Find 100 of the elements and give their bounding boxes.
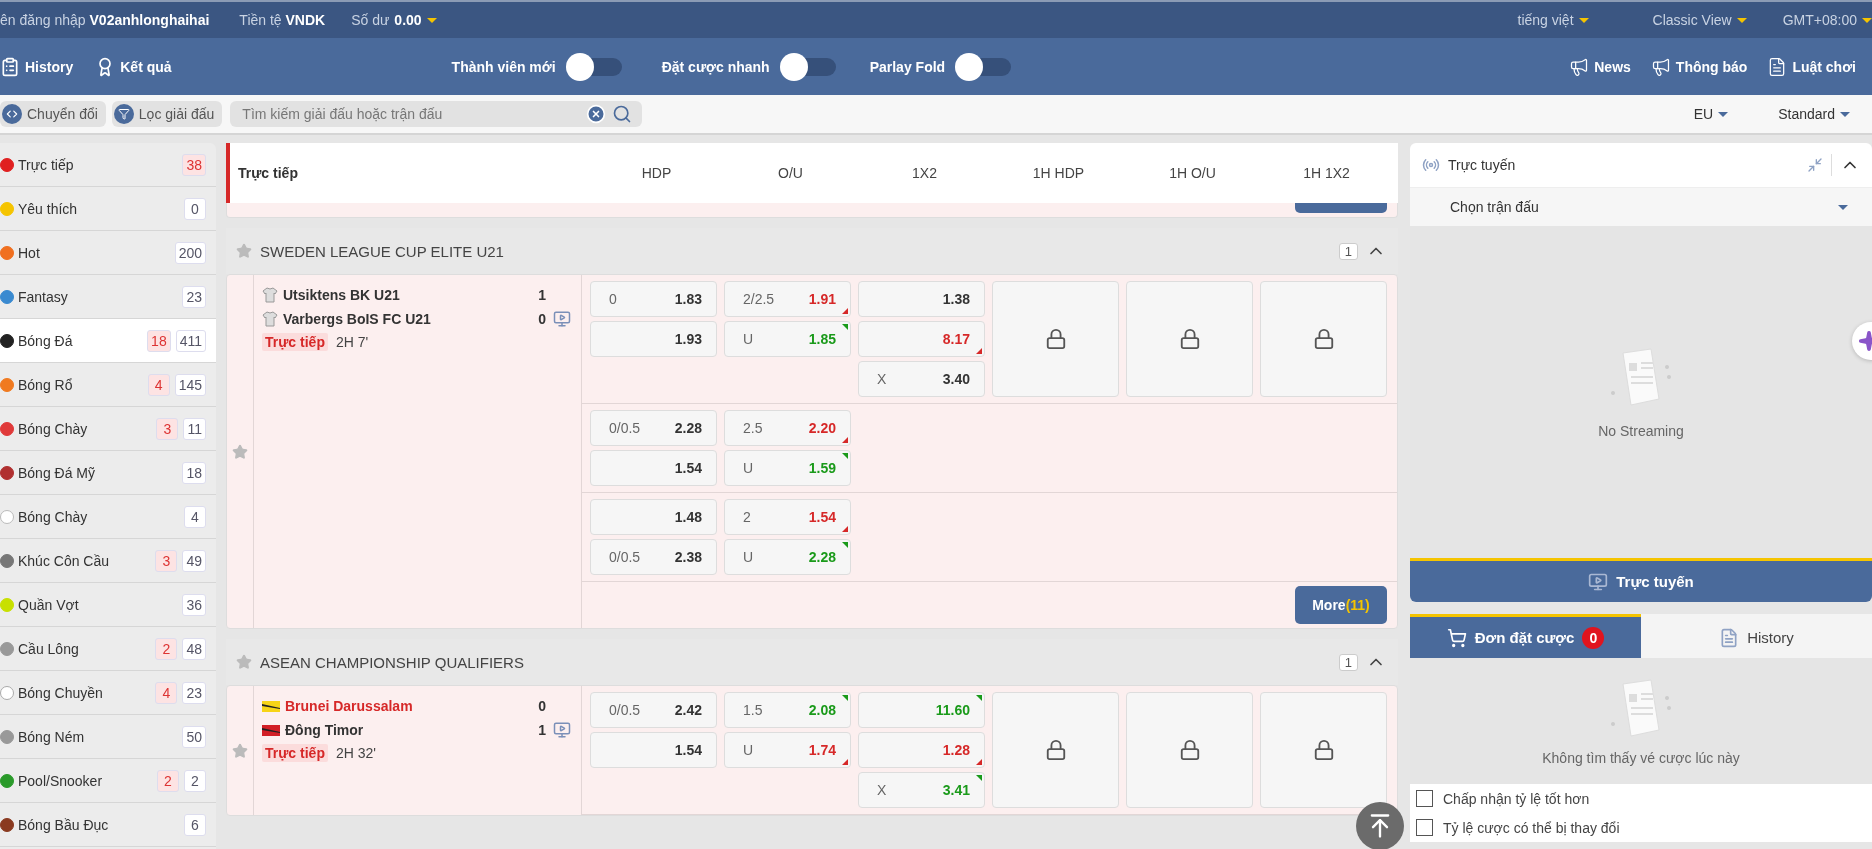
odds-cell[interactable]: U 1.59 <box>724 450 851 486</box>
sport-item[interactable]: Bóng Ném 50 <box>0 715 216 759</box>
odds-cell[interactable]: U 1.74 <box>724 732 851 768</box>
checkbox[interactable] <box>1416 819 1433 836</box>
odds-value: 1.28 <box>942 742 970 758</box>
odds-value: 1.83 <box>674 291 702 307</box>
odds-cell[interactable]: U 2.28 <box>724 539 851 575</box>
event-count: 6 <box>184 813 206 836</box>
event-count: 49 <box>182 549 206 572</box>
league-name: SWEDEN LEAGUE CUP ELITE U21 <box>260 242 505 260</box>
odds-cell[interactable]: 1.5 2.08 <box>724 692 851 728</box>
up-triangle-icon <box>842 324 848 330</box>
video-icon[interactable] <box>553 721 571 739</box>
odds-cell[interactable]: 2.5 2.20 <box>724 410 851 446</box>
odds-cell[interactable]: 1.93 <box>590 321 717 357</box>
up-triangle-icon <box>842 453 848 459</box>
odds-value: 2.42 <box>674 702 702 718</box>
odds-value: 1.54 <box>674 742 702 758</box>
balance-dropdown[interactable]: Số dư 0.00 <box>351 12 437 28</box>
sport-item[interactable]: Quần Vợt 36 <box>0 583 216 627</box>
odds-cell[interactable]: 2/2.5 1.91 <box>724 281 851 317</box>
bet-slip-tab[interactable]: Đơn đặt cược 0 <box>1410 614 1641 658</box>
live-count: 38 <box>182 153 206 176</box>
toggle-switch[interactable] <box>779 52 836 81</box>
search-field[interactable]: Tìm kiếm giải đấu hoặc trận đấu <box>230 101 643 127</box>
odds-cell[interactable]: X 3.40 <box>858 361 985 397</box>
sport-item[interactable]: Bóng Bầu Đục 6 <box>0 803 216 847</box>
odds-cell[interactable]: 1.48 <box>590 499 717 535</box>
nav-link[interactable]: Kết quả <box>95 56 172 77</box>
odds-cell[interactable]: U 1.85 <box>724 321 851 357</box>
live-count: 4 <box>155 681 178 704</box>
video-icon[interactable] <box>553 310 571 328</box>
event-count: 23 <box>182 285 206 308</box>
checkbox[interactable] <box>1416 790 1433 807</box>
nav-link[interactable]: Luật chơi <box>1767 56 1856 77</box>
sport-item[interactable]: Pool/Snooker 2 2 <box>0 759 216 803</box>
filter-button[interactable]: Lọc giải đấu <box>111 101 223 127</box>
odds-cell[interactable]: 1.38 <box>858 281 985 317</box>
odds-cell[interactable]: 0/0.5 2.38 <box>590 539 717 575</box>
odds-cell[interactable]: 0/0.5 2.42 <box>590 692 717 728</box>
sport-item[interactable]: Bóng Đá Mỹ 18 <box>0 451 216 495</box>
sport-item[interactable]: Hot 200 <box>0 231 216 275</box>
sport-item[interactable]: Khúc Côn Cầu 3 49 <box>0 539 216 583</box>
sport-item[interactable]: Bóng Rổ 4 145 <box>0 363 216 407</box>
nav-link[interactable]: News <box>1569 56 1631 77</box>
odds-cell[interactable]: 1.54 <box>590 732 717 768</box>
odds-type-dropdown[interactable]: EU <box>1693 106 1729 122</box>
more-button[interactable]: More(11) <box>1295 586 1387 624</box>
event-count: 411 <box>175 329 206 352</box>
checkbox-option[interactable]: Tỷ lệ cược có thể bị thay đổi <box>1410 813 1872 842</box>
odds-cell[interactable]: 0 1.83 <box>590 281 717 317</box>
stream-button[interactable]: Trực tuyến <box>1410 558 1872 602</box>
odds-cell[interactable]: 0/0.5 2.28 <box>590 410 717 446</box>
sport-item[interactable]: Bóng Chày 3 11 <box>0 407 216 451</box>
filter-button[interactable]: Chuyển đổi <box>0 101 106 127</box>
sport-item[interactable]: Bóng Đá 18 411 <box>0 319 216 363</box>
bet-slip-tab[interactable]: History <box>1641 614 1872 658</box>
sport-item[interactable]: Trực tiếp 38 <box>0 143 216 187</box>
team-score: 0 <box>537 698 546 714</box>
sport-item[interactable]: Cầu Lông 2 48 <box>0 627 216 671</box>
scroll-top-button[interactable] <box>1356 802 1404 849</box>
checkbox-option[interactable]: Chấp nhận tỷ lệ tốt hơn <box>1410 784 1872 813</box>
match-count: 1 <box>1338 242 1358 260</box>
toggle-switch[interactable] <box>565 52 622 81</box>
nav-link[interactable]: History <box>0 56 74 77</box>
odds-value: 1.74 <box>808 742 836 758</box>
odds-value: 2.08 <box>808 702 836 718</box>
odds-value: 1.91 <box>808 291 836 307</box>
league-name: ASEAN CHAMPIONSHIP QUALIFIERS <box>260 653 525 671</box>
odds-cell[interactable]: 2 1.54 <box>724 499 851 535</box>
language-dropdown[interactable]: tiếng việt <box>1517 12 1589 28</box>
nav-link[interactable]: Thông báo <box>1650 56 1748 77</box>
lock-icon <box>1044 328 1067 350</box>
odds-cell[interactable]: 8.17 <box>858 321 985 357</box>
sport-item[interactable]: Yêu thích 0 <box>0 187 216 231</box>
odds-cell[interactable]: 1.28 <box>858 732 985 768</box>
caret-icon <box>1838 204 1848 210</box>
live-count: 18 <box>147 329 171 352</box>
odds-cell[interactable]: X 3.41 <box>858 772 985 808</box>
odds-cell[interactable]: 1.54 <box>590 450 717 486</box>
event-count: 2 <box>184 769 206 792</box>
sport-item[interactable]: Bóng Chuyền 4 23 <box>0 671 216 715</box>
down-triangle-icon <box>842 308 848 314</box>
login-info: ên đăng nhập V02anhlonghaihai <box>0 12 210 28</box>
toggle-label: Đặt cược nhanh <box>661 58 770 75</box>
timezone-dropdown[interactable]: GMT+08:00 <box>1782 12 1872 28</box>
view-dropdown[interactable]: Classic View <box>1652 12 1747 28</box>
display-dropdown[interactable]: Standard <box>1778 106 1850 122</box>
live-count: 4 <box>147 373 170 396</box>
lock-icon <box>1312 739 1335 761</box>
odds-value: 11.60 <box>935 702 970 718</box>
column-header: 1H O/U <box>1168 165 1217 181</box>
sport-item[interactable]: Bóng Chày 4 <box>0 495 216 539</box>
match-select[interactable]: Chọn trận đấu <box>1410 188 1872 226</box>
live-label: Trực tiếp <box>262 744 328 762</box>
toggle-switch[interactable] <box>955 52 1012 81</box>
collapse-icon[interactable] <box>1807 157 1823 173</box>
up-triangle-icon <box>842 542 848 548</box>
lock-icon <box>1044 739 1067 761</box>
search-icon[interactable] <box>612 104 633 124</box>
